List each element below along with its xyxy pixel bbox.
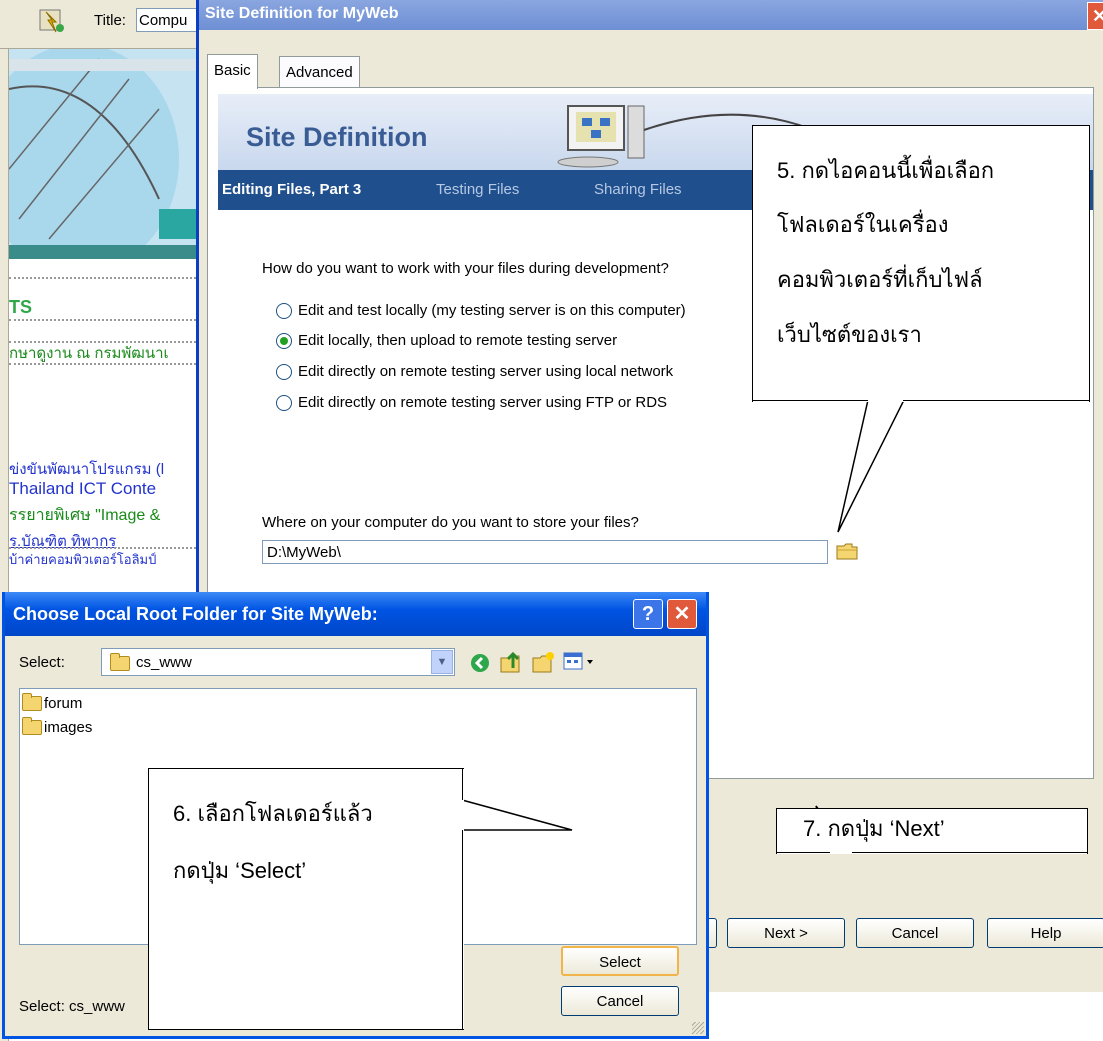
callout-6-right-edge [462,830,463,1030]
callout-5-bottom-edge [903,400,1090,401]
callout-text: กดปุ่ม ‘Select’ [173,858,307,883]
callout-7-bottom-edge [776,852,830,853]
callout-text: 6. เลือกโฟลเดอร์แล้ว [173,801,373,826]
callout-text: 7. กดปุ่ม ‘Next’ [803,816,945,841]
tab-basic[interactable]: Basic [207,54,258,89]
callout-step-7: 7. กดปุ่ม ‘Next’ [776,808,1088,854]
callout-text: 5. กดไอคอนนี้เพื่อเลือก [777,158,995,183]
callout-text: คอมพิวเตอร์ที่เก็บไฟล์ [777,267,983,292]
callout-text: เว็บไซต์ของเรา [777,322,922,347]
callout-5-bottom-edge [752,400,868,401]
callout-7-bottom-edge [852,852,1088,853]
callout-step-5: 5. กดไอคอนนี้เพื่อเลือก โฟลเดอร์ในเครื่อ… [752,125,1090,402]
callout-6-right-edge [462,768,463,800]
callout-text: โฟลเดอร์ในเครื่อง [777,212,949,237]
callout-step-6: 6. เลือกโฟลเดอร์แล้ว กดปุ่ม ‘Select’ [148,768,464,1030]
